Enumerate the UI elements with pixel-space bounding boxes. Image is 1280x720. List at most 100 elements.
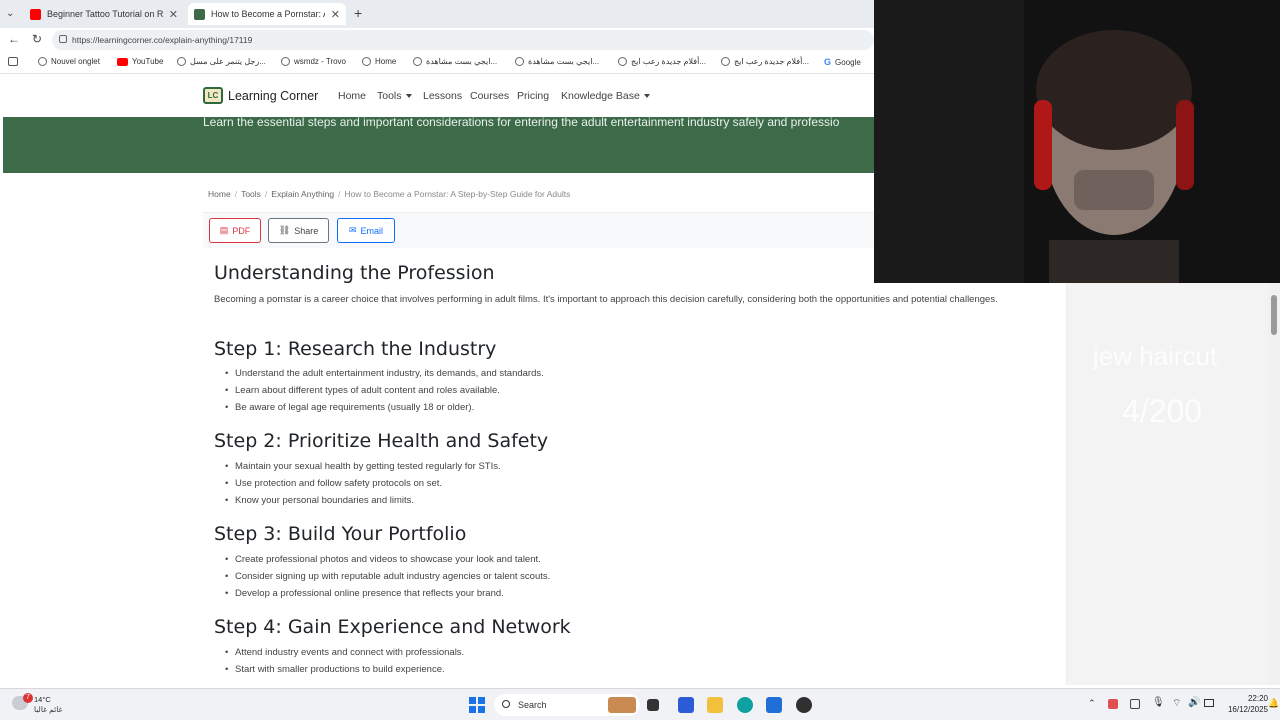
breadcrumb-current: How to Become a Pornstar: A Step-by-Step… <box>344 189 571 199</box>
stream-overlay-counter: 4/200 <box>1122 393 1203 429</box>
youtube-icon <box>30 8 41 20</box>
brand-logo[interactable]: LC Learning Corner <box>203 87 318 104</box>
obs-icon[interactable] <box>796 697 812 713</box>
scrollbar-thumb[interactable] <box>1271 295 1277 335</box>
refresh-icon[interactable]: ↻ <box>32 32 42 46</box>
brand-name: Learning Corner <box>228 88 319 103</box>
tray-chevron-up-icon[interactable]: ⌃ <box>1088 698 1096 709</box>
clock-date: 16/12/2025 <box>1227 705 1268 714</box>
back-icon[interactable]: ← <box>8 32 20 46</box>
bookmark-item[interactable]: ايجي بست مشاهدة... <box>515 57 599 66</box>
microphone-icon[interactable]: 🎙 <box>1152 697 1165 708</box>
task-view-icon[interactable] <box>647 699 659 711</box>
clock[interactable]: 22:20 16/12/2025 <box>1222 694 1268 714</box>
list-item: Maintain your sexual health by getting t… <box>225 461 501 472</box>
weather-temp: 14°C <box>34 695 51 704</box>
list-item: Use protection and follow safety protoco… <box>225 478 442 489</box>
windows-taskbar: 7 14°C غائم غالبا Search ⌃ 🎙 ⌔ 🔊 22:20 1… <box>0 688 1280 720</box>
pdf-button[interactable]: ▤ PDF <box>209 218 261 243</box>
tray-app-icon[interactable] <box>1108 699 1118 709</box>
envelope-icon: ✉ <box>348 225 357 235</box>
nav-courses[interactable]: Courses <box>470 90 509 102</box>
tab-title: Beginner Tattoo Tutorial on Real S <box>47 9 163 19</box>
nav-knowledge-base[interactable]: Knowledge Base <box>561 90 650 102</box>
app-icon[interactable] <box>678 697 694 713</box>
wifi-icon[interactable]: ⌔ <box>1172 697 1181 710</box>
close-tab-icon[interactable]: ✕ <box>169 8 178 21</box>
stream-overlay-title: jew haircut <box>1093 341 1218 371</box>
section-heading: Step 2: Prioritize Health and Safety <box>214 430 549 452</box>
url-input[interactable]: https://learningcorner.co/explain-anythi… <box>52 30 874 50</box>
clock-time: 22:20 <box>1247 694 1268 703</box>
site-info-icon[interactable] <box>59 35 67 43</box>
list-item: Know your personal boundaries and limits… <box>225 495 414 506</box>
bookmark-item[interactable]: ايجي بست مشاهدة... <box>413 57 497 66</box>
globe-icon <box>281 57 290 66</box>
sidebar-toggle-icon[interactable] <box>8 57 18 66</box>
list-item: Consider signing up with reputable adult… <box>225 571 550 582</box>
browser-tab[interactable]: Beginner Tattoo Tutorial on Real S ✕ <box>24 3 184 25</box>
article-content: Understanding the Profession Becoming a … <box>203 248 1067 685</box>
nav-pricing[interactable]: Pricing <box>517 90 549 102</box>
search-icon <box>502 700 510 708</box>
chevron-down-icon <box>643 94 650 99</box>
site-navbar: LC Learning Corner Home Tools Lessons Co… <box>0 74 874 117</box>
globe-icon <box>515 57 524 66</box>
globe-icon <box>38 57 47 66</box>
bookmark-item[interactable]: Home <box>362 57 396 66</box>
globe-icon <box>413 57 422 66</box>
share-button[interactable]: ⛓ Share <box>268 218 329 243</box>
list-item: Start with smaller productions to build … <box>225 664 445 675</box>
tray-app-icon[interactable] <box>1130 699 1140 709</box>
list-item: Attend industry events and connect with … <box>225 647 464 658</box>
file-explorer-icon[interactable] <box>707 697 723 713</box>
new-tab-icon[interactable]: + <box>354 5 362 21</box>
browser-tab-active[interactable]: How to Become a Pornstar: A Step ✕ <box>188 3 346 25</box>
right-sidebar-area: jew haircut 4/200 <box>1067 283 1280 685</box>
tab-list-chevron-icon[interactable]: ⌄ <box>6 8 14 19</box>
bookmark-item[interactable]: Nouvel onglet <box>38 57 100 66</box>
taskbar-search-input[interactable]: Search <box>494 694 640 716</box>
intro-paragraph: Becoming a pornstar is a career choice t… <box>214 294 998 305</box>
webcam-overlay <box>874 0 1280 283</box>
bookmark-item[interactable]: أفلام جديدة رعب ايج... <box>721 57 809 66</box>
brand-mark-icon: LC <box>203 87 223 104</box>
bookmark-item[interactable]: G Google <box>824 57 861 67</box>
page-scrollbar[interactable] <box>1268 283 1280 685</box>
chevron-down-icon <box>405 94 412 99</box>
battery-icon[interactable] <box>1204 699 1214 707</box>
volume-icon[interactable]: 🔊 <box>1188 697 1200 708</box>
globe-icon <box>618 57 627 66</box>
weather-widget[interactable]: 7 14°C غائم غالبا <box>12 693 72 717</box>
list-item: Understand the adult entertainment indus… <box>225 368 544 379</box>
store-icon[interactable] <box>766 697 782 713</box>
bookmark-item[interactable]: رجل يتنمر على مسل... <box>177 57 266 66</box>
edge-browser-icon[interactable] <box>737 697 753 713</box>
bookmark-item[interactable]: أفلام جديدة رعب ايج... <box>618 57 706 66</box>
link-icon: ⛓ <box>278 225 291 235</box>
tab-title: How to Become a Pornstar: A Step <box>211 9 325 19</box>
bookmark-item[interactable]: YouTube <box>117 57 163 66</box>
file-pdf-icon: ▤ <box>219 225 229 235</box>
nav-tools[interactable]: Tools <box>377 90 412 102</box>
windows-start-icon[interactable] <box>469 697 485 713</box>
breadcrumb-home[interactable]: Home <box>208 189 231 199</box>
section-heading: Understanding the Profession <box>214 262 495 284</box>
breadcrumb-explain[interactable]: Explain Anything <box>271 189 334 199</box>
notifications-bell-icon[interactable]: 🔔 <box>1268 698 1279 709</box>
google-icon: G <box>824 57 832 67</box>
globe-icon <box>362 57 371 66</box>
learning-corner-favicon-icon <box>194 8 205 20</box>
nav-home[interactable]: Home <box>338 90 366 102</box>
close-tab-icon[interactable]: ✕ <box>331 8 340 21</box>
breadcrumb-tools[interactable]: Tools <box>241 189 261 199</box>
youtube-icon <box>117 57 128 66</box>
search-highlight-icon <box>608 697 636 713</box>
email-button[interactable]: ✉ Email <box>337 218 395 243</box>
bookmark-item[interactable]: wsmdz - Trovo <box>281 57 346 66</box>
globe-icon <box>177 57 186 66</box>
article-actions: ▤ PDF ⛓ Share ✉ Email <box>203 212 874 248</box>
globe-icon <box>721 57 730 66</box>
section-heading: Step 1: Research the Industry <box>214 338 497 360</box>
nav-lessons[interactable]: Lessons <box>423 90 462 102</box>
